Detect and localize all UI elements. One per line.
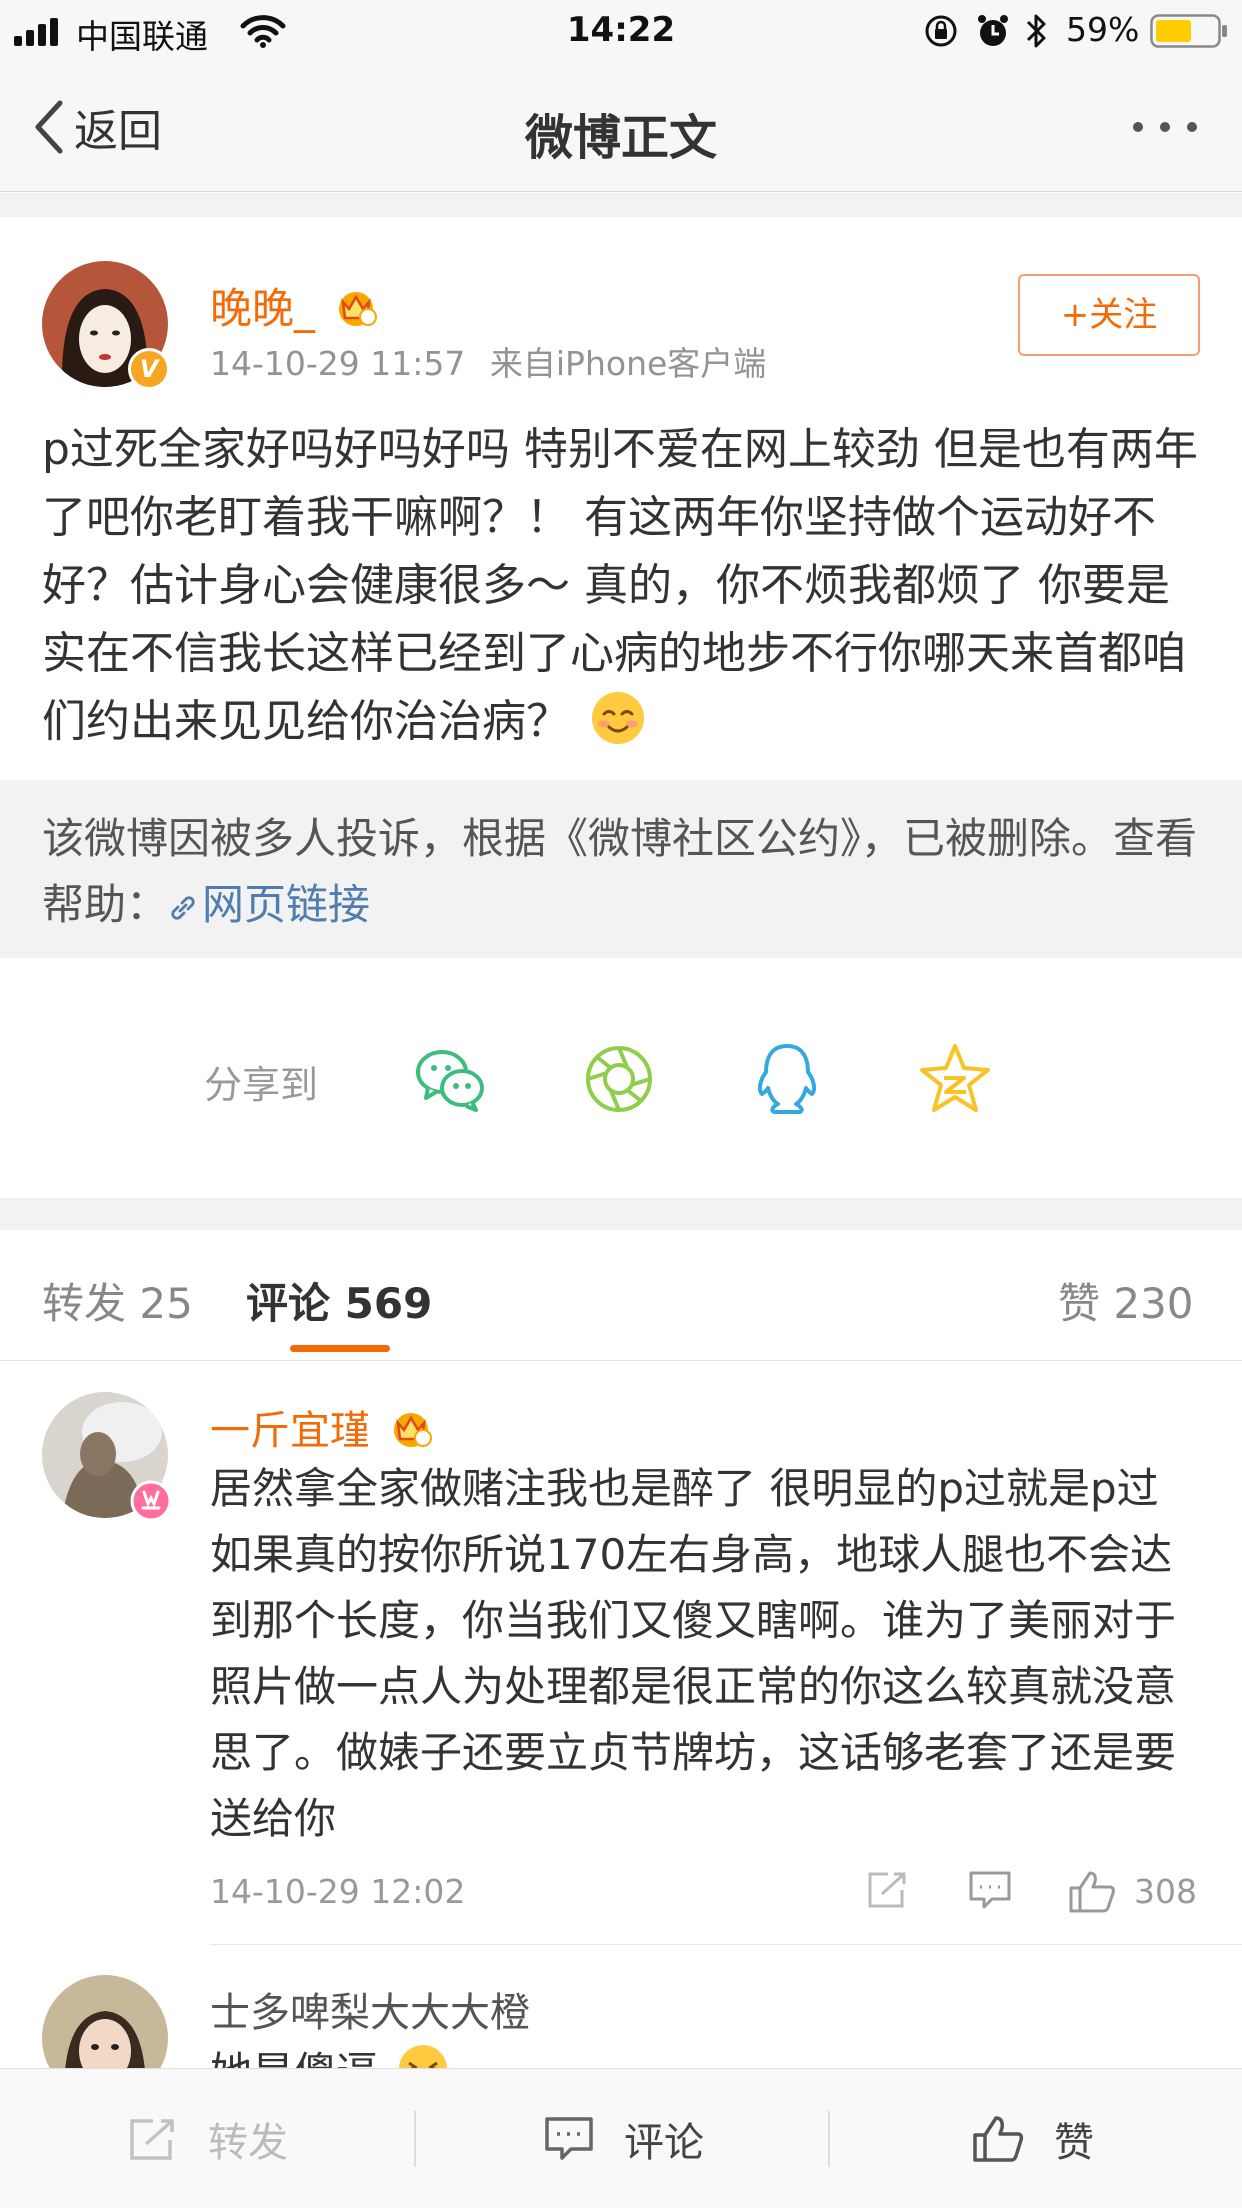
section-gap-2 [0,1198,1242,1230]
qzone-icon[interactable] [916,1040,994,1118]
comment-divider [210,1944,1242,1945]
battery-percent: 59% [1066,10,1140,49]
vip-crown-icon [339,292,378,326]
tab-likes[interactable]: 赞 230 [1058,1270,1194,1331]
toolbar-separator [414,2111,416,2167]
repost-icon [130,2119,174,2160]
like-icon[interactable] [1068,1870,1116,1914]
commenter-name[interactable]: 一斤宜瑾 [210,1398,433,1456]
vip-crown-icon [393,1413,432,1447]
active-tab-indicator [290,1345,390,1352]
like-label: 赞 [1054,2120,1094,2166]
repost-icon[interactable] [866,1870,910,1910]
comment-icon [545,2117,593,2160]
qq-icon[interactable] [748,1040,826,1118]
tabs-divider [0,1360,1242,1361]
alarm-icon [978,15,1008,46]
repost-button[interactable]: 转发 [128,2069,288,2209]
post-body: p过死全家好吗好吗好吗 特别不爱在网上较劲 但是也有两年了吧你老盯着我干嘛啊？！… [42,416,1212,756]
verified-badge: V [128,348,170,390]
battery-icon [1150,14,1227,48]
like-button[interactable]: 赞 [972,2069,1094,2209]
comment-label: 评论 [624,2120,704,2166]
comment-like-count: 308 [1134,1872,1197,1911]
comment-icon[interactable] [968,1870,1012,1910]
link-icon [171,896,195,920]
section-gap [0,193,1242,217]
comment-text: 居然拿全家做赌注我也是醉了 很明显的p过就是p过 如果真的按你所说170左右身高… [210,1464,1177,1843]
author-name-text: 晚晚_ [210,284,316,333]
help-link[interactable]: 网页链接 [168,880,370,929]
comment-time: 14-10-29 12:02 [210,1872,466,1911]
member-badge-icon [130,1480,172,1522]
post-source: 来自iPhone客户端 [489,344,767,383]
moments-icon[interactable] [580,1040,658,1118]
commenter-name[interactable]: 士多啤梨大大大橙 [210,1980,530,2038]
like-icon [973,2116,1024,2162]
smile-emoji-icon [592,692,644,744]
tab-reposts[interactable]: 转发 25 [42,1270,193,1331]
deleted-notice: 该微博因被多人投诉，根据《微博社区公约》，已被删除。查看帮助： 网页链接 [0,780,1242,958]
status-bar: 中国联通 14:22 59% [0,0,1242,62]
comment-button[interactable]: 评论 [544,2069,704,2209]
post-meta: 14-10-29 11:57 来自iPhone客户端 [210,337,766,385]
wechat-icon[interactable] [412,1040,490,1118]
more-icon[interactable] [1130,112,1200,142]
repost-label: 转发 [208,2120,288,2166]
tab-comments[interactable]: 评论 569 [246,1270,432,1331]
post-timestamp: 14-10-29 11:57 [210,344,466,383]
bluetooth-icon [1026,14,1046,48]
toolbar-separator [828,2111,830,2167]
page-title: 微博正文 [524,110,717,166]
clock: 14:22 [566,10,676,50]
deleted-notice-text-block: 该微博因被多人投诉，根据《微博社区公约》，已被删除。查看帮助： 网页链接 [42,806,1202,938]
share-label: 分享到 [204,1063,319,1107]
commenter-name-text: 一斤宜瑾 [210,1408,370,1454]
help-link-label: 网页链接 [202,880,371,929]
follow-button[interactable]: +关注 [1018,274,1200,356]
bottom-toolbar: 转发 评论 赞 [0,2068,1242,2208]
rotation-lock-icon [925,15,957,47]
post-author-name[interactable]: 晚晚_ [210,275,378,336]
nav-bar: 返回 微博正文 [0,62,1242,192]
